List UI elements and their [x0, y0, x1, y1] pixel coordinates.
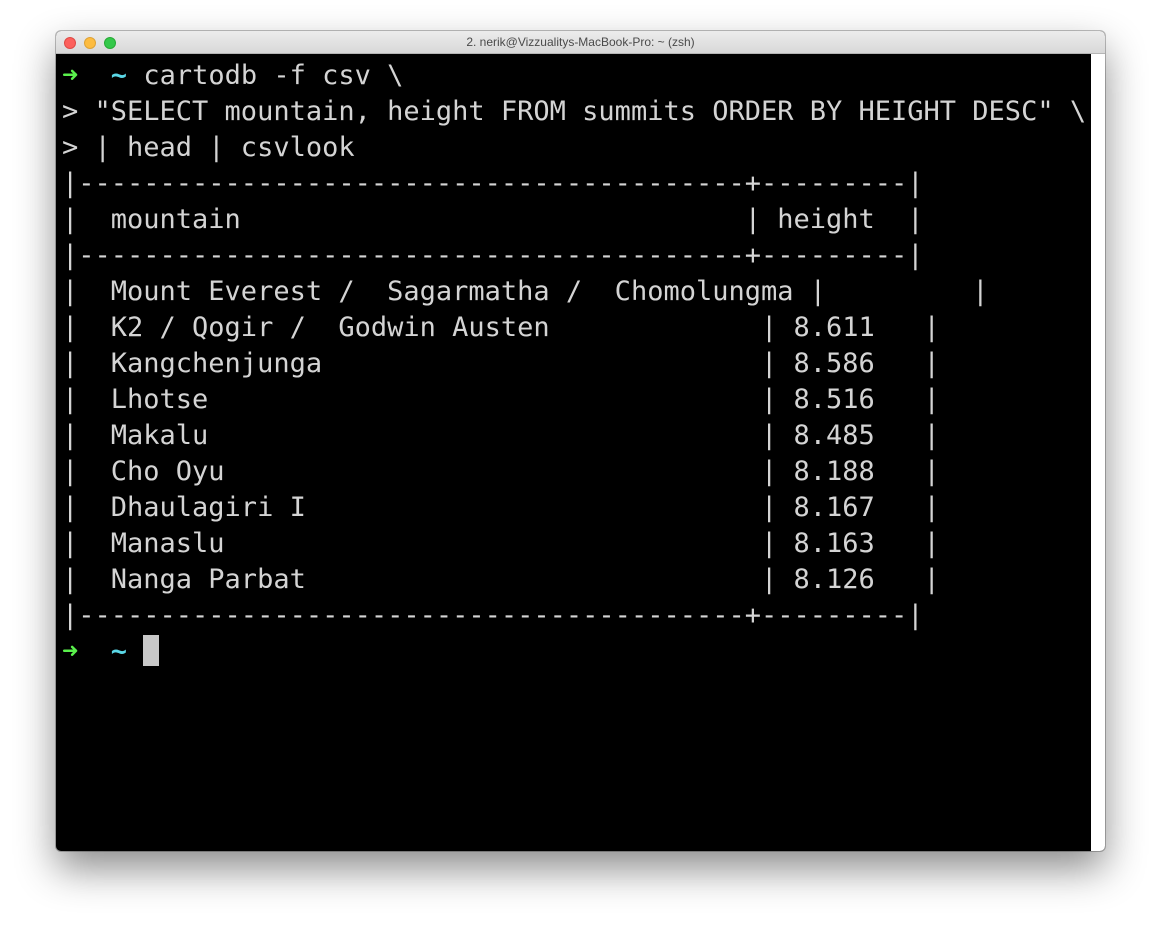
- table-row: | Lhotse | 8.516 |: [62, 384, 940, 415]
- terminal-output[interactable]: ➜ ~ cartodb -f csv \ > "SELECT mountain,…: [62, 58, 1092, 848]
- prompt-arrow-icon: ➜: [62, 636, 79, 667]
- table-row: | Cho Oyu | 8.188 |: [62, 456, 940, 487]
- text-cursor: [143, 635, 160, 666]
- table-row: | Kangchenjunga | 8.586 |: [62, 348, 940, 379]
- command-text: cartodb -f csv \: [143, 60, 404, 91]
- scrollbar[interactable]: [1091, 54, 1105, 851]
- prompt-directory: ~: [110, 60, 128, 91]
- table-row: | K2 / Qogir / Godwin Austen | 8.611 |: [62, 312, 940, 343]
- table-header: | mountain | height |: [62, 204, 924, 235]
- terminal-window: 2. nerik@Vizzualitys-MacBook-Pro: ~ (zsh…: [56, 31, 1105, 851]
- command-line-2: > "SELECT mountain, height FROM summits …: [62, 96, 1087, 127]
- command-line-1: ➜ ~ cartodb -f csv \: [62, 58, 1092, 94]
- table-border-bottom: |---------------------------------------…: [62, 600, 924, 631]
- window-title: 2. nerik@Vizzualitys-MacBook-Pro: ~ (zsh…: [466, 35, 695, 49]
- table-row: | Dhaulagiri I | 8.167 |: [62, 492, 940, 523]
- table-row: | Manaslu | 8.163 |: [62, 528, 940, 559]
- title-bar[interactable]: 2. nerik@Vizzualitys-MacBook-Pro: ~ (zsh…: [56, 31, 1105, 54]
- active-prompt-line[interactable]: ➜ ~: [62, 634, 1092, 670]
- command-line-3: > | head | csvlook: [62, 132, 355, 163]
- table-border-mid: |---------------------------------------…: [62, 240, 924, 271]
- table-border-top: |---------------------------------------…: [62, 168, 924, 199]
- table-row: | Nanga Parbat | 8.126 |: [62, 564, 940, 595]
- table-row: | Mount Everest / Sagarmatha / Chomolung…: [62, 276, 989, 307]
- table-row: | Makalu | 8.485 |: [62, 420, 940, 451]
- prompt-directory: ~: [110, 636, 128, 667]
- prompt-arrow-icon: ➜: [62, 60, 79, 91]
